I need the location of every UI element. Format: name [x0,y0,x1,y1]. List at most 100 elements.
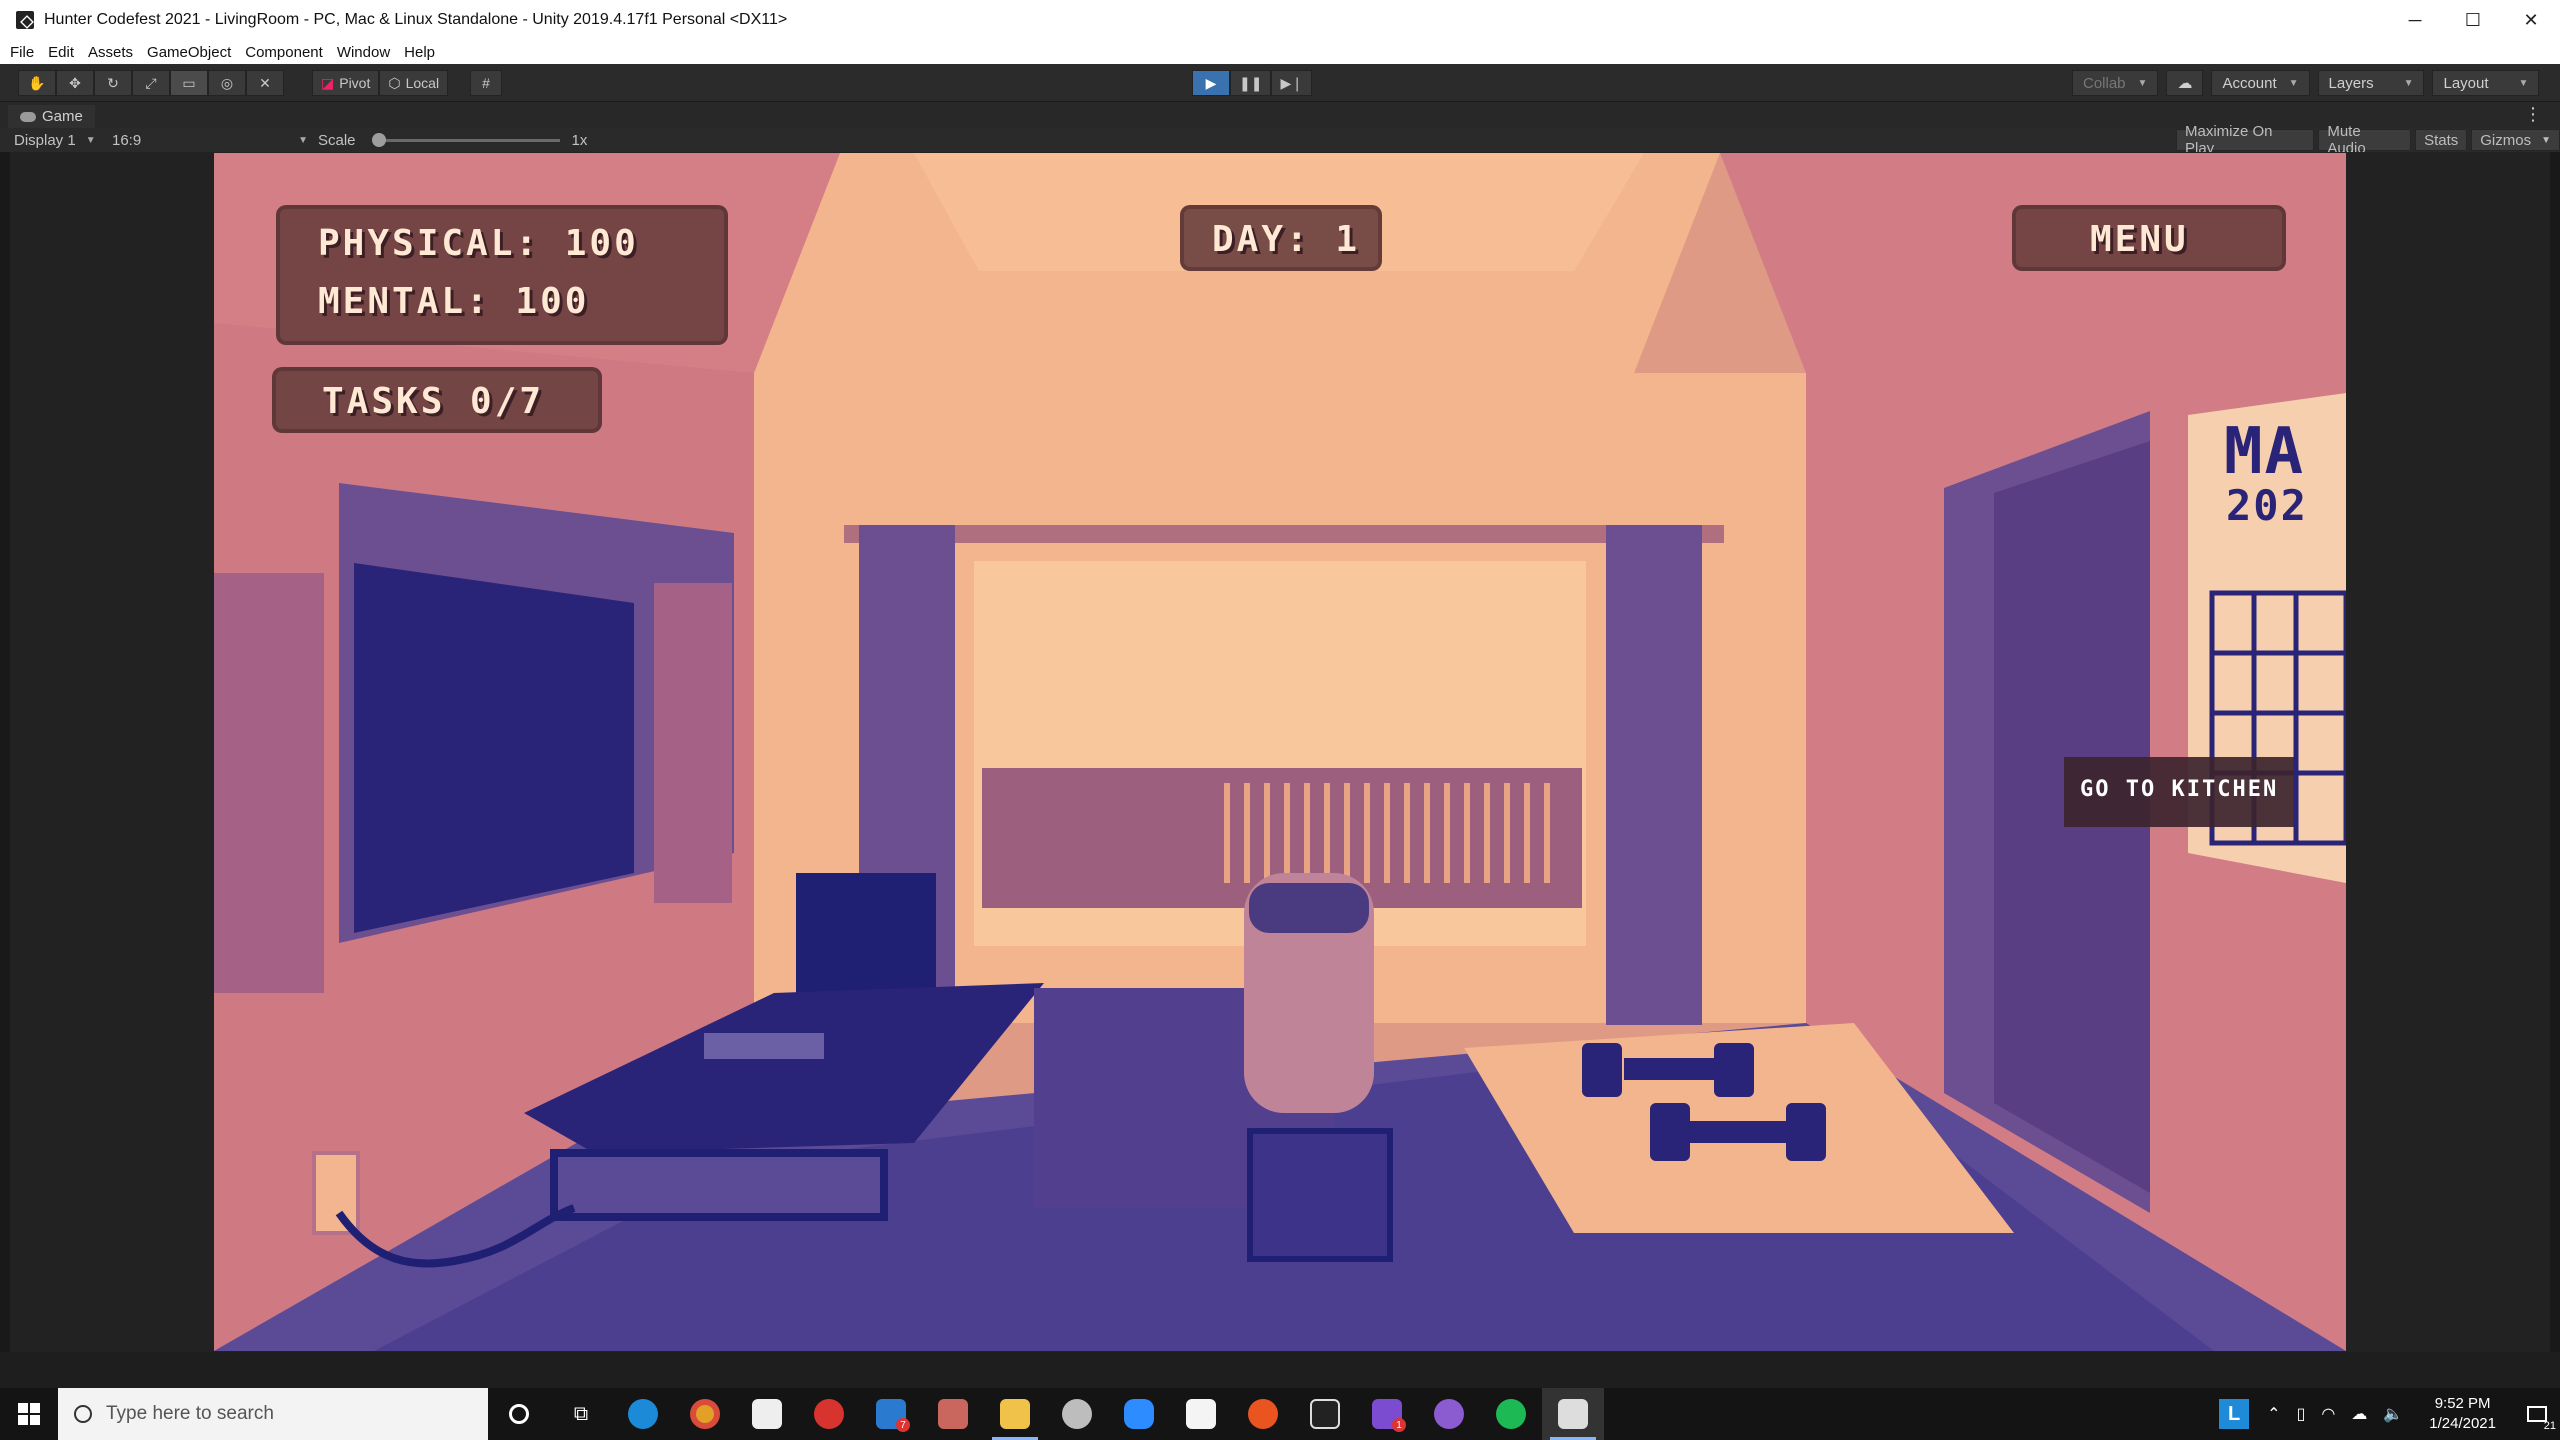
rect-tool-icon[interactable]: ▭ [170,70,208,96]
display-dropdown[interactable]: Display 1 ▼ [14,130,96,150]
minimize-button[interactable]: ─ [2386,0,2444,40]
rotate-tool-icon[interactable]: ↻ [94,70,132,96]
taskbar-app-mail[interactable]: 7 [860,1388,922,1440]
gizmos-dropdown[interactable]: Gizmos ▼ [2471,129,2560,151]
grid-snap-icon[interactable]: # [470,70,502,96]
layout-dropdown[interactable]: Layout ▼ [2432,70,2540,96]
play-button[interactable]: ▶ [1192,70,1230,96]
hand-tool-icon[interactable]: ✋ [18,70,56,96]
unity-icon [1558,1399,1588,1429]
taskbar-app-discord[interactable]: 1 [1356,1388,1418,1440]
menu-button[interactable]: MENU [2012,205,2286,271]
menu-component[interactable]: Component [245,44,323,61]
day-counter: DAY: 1 [1212,219,1361,260]
tray-network-icon[interactable]: ◠ [2321,1404,2335,1424]
clock-time: 9:52 PM [2434,1395,2491,1412]
go-to-kitchen-button[interactable]: GO TO KITCHEN [2064,757,2294,827]
pause-button[interactable]: ❚❚ [1230,70,1272,96]
menu-window[interactable]: Window [337,44,390,61]
scale-control: Scale 1x [318,130,587,150]
taskbar-app-store[interactable] [736,1388,798,1440]
window-top-frame [844,525,1724,543]
menu-help[interactable]: Help [404,44,435,61]
unity-logo-icon [16,11,34,29]
cortana-button[interactable] [488,1388,550,1440]
tray-app-button[interactable]: L [2219,1399,2250,1429]
task-view-button[interactable]: ⧉ [550,1388,612,1440]
physical-stat: PHYSICAL: 100 [318,223,639,264]
window-controls: ─ ☐ ✕ [2386,0,2560,40]
pivot-toggle[interactable]: ◪ Pivot [312,70,380,96]
taskbar-app-spotify[interactable] [1480,1388,1542,1440]
player-chair [1247,1128,1393,1262]
tray-chevron-up-icon[interactable]: ⌃ [2267,1404,2280,1424]
window-right-pillar [1606,525,1702,1025]
tray-onedrive-icon[interactable]: ☁ [2351,1404,2367,1424]
calendar-month-text: MA [2224,415,2306,489]
taskbar-app-notepad[interactable] [1170,1388,1232,1440]
snap-group: # [470,70,502,96]
stats-toggle[interactable]: Stats [2415,129,2468,151]
chrome-icon [690,1399,720,1429]
taskbar-app-ubuntu[interactable] [1232,1388,1294,1440]
pivot-group: ◪ Pivot ⬡ Local [312,70,449,96]
close-button[interactable]: ✕ [2502,0,2560,40]
playmode-controls: ▶ ❚❚ ▶❘ [1192,70,1312,96]
taskbar-app-github[interactable] [1418,1388,1480,1440]
maximize-on-play-toggle[interactable]: Maximize On Play [2176,123,2315,157]
game-view[interactable]: MA 202 PHYSICAL: 100 MENTAL: 100 TASKS 0… [214,153,2346,1351]
taskbar-app-chrome[interactable] [674,1388,736,1440]
taskbar-app-red[interactable] [798,1388,860,1440]
calendar-year-text: 202 [2226,481,2308,530]
taskbar-app-unity[interactable] [1542,1388,1604,1440]
windows-taskbar: Type here to search ⧉ 7 1 L ⌃ ▯ ◠ ☁ 🔈 9:… [0,1388,2560,1440]
menu-edit[interactable]: Edit [48,44,74,61]
right-speaker [654,583,732,903]
taskbar-clock[interactable]: 9:52 PM 1/24/2021 [2429,1394,2496,1434]
mute-audio-toggle[interactable]: Mute Audio [2318,123,2412,157]
taskbar-search-box[interactable]: Type here to search [58,1388,488,1440]
menu-assets[interactable]: Assets [88,44,133,61]
local-toggle[interactable]: ⬡ Local [379,70,449,96]
tab-game-label: Game [42,108,83,125]
cloud-button[interactable]: ☁ [2166,70,2204,96]
tab-game[interactable]: Game [8,105,95,128]
step-button[interactable]: ▶❘ [1271,70,1312,96]
tasks-panel[interactable]: TASKS 0/7 [272,367,602,433]
tab-menu-icon[interactable]: ⋮ [2524,104,2542,125]
stats-panel: PHYSICAL: 100 MENTAL: 100 [276,205,728,345]
notifications-button[interactable]: 21 [2514,1388,2560,1440]
right-toolbar: Collab ▼ ☁ Account ▼ Layers ▼ Layout ▼ [2064,70,2540,96]
layers-dropdown[interactable]: Layers ▼ [2317,70,2425,96]
taskbar-app-zoom[interactable] [1108,1388,1170,1440]
menu-bar: File Edit Assets GameObject Component Wi… [0,40,2560,64]
scale-tool-icon[interactable]: ⤢ [132,70,170,96]
window-title: Hunter Codefest 2021 - LivingRoom - PC, … [44,11,788,28]
menu-gameobject[interactable]: GameObject [147,44,231,61]
maximize-button[interactable]: ☐ [2444,0,2502,40]
taskbar-app-game[interactable] [922,1388,984,1440]
taskbar-app-edge[interactable] [612,1388,674,1440]
transform-tool-icon[interactable]: ◎ [208,70,246,96]
move-tool-icon[interactable]: ✥ [56,70,94,96]
scale-slider-handle[interactable] [371,132,386,147]
taskbar-app-cloud[interactable] [1046,1388,1108,1440]
day-panel: DAY: 1 [1180,205,1382,271]
tray-device-icon[interactable]: ▯ [2297,1404,2306,1424]
collab-dropdown[interactable]: Collab ▼ [2072,70,2159,96]
menu-button-label: MENU [2090,219,2189,260]
pivot-label: Pivot [339,75,371,91]
layers-label: Layers [2328,74,2374,92]
tray-volume-icon[interactable]: 🔈 [2383,1404,2403,1424]
mail-badge: 7 [896,1418,910,1432]
taskbar-app-file-explorer[interactable] [984,1388,1046,1440]
start-button[interactable] [0,1388,58,1440]
aspect-dropdown[interactable]: 16:9 ▼ [112,130,308,150]
account-dropdown[interactable]: Account ▼ [2211,70,2310,96]
taskbar-app-terminal[interactable] [1294,1388,1356,1440]
collab-label: Collab [2083,74,2126,92]
search-placeholder: Type here to search [106,1403,274,1424]
custom-tool-icon[interactable]: ✕ [246,70,284,96]
menu-file[interactable]: File [10,44,34,61]
scale-slider[interactable] [371,132,560,147]
